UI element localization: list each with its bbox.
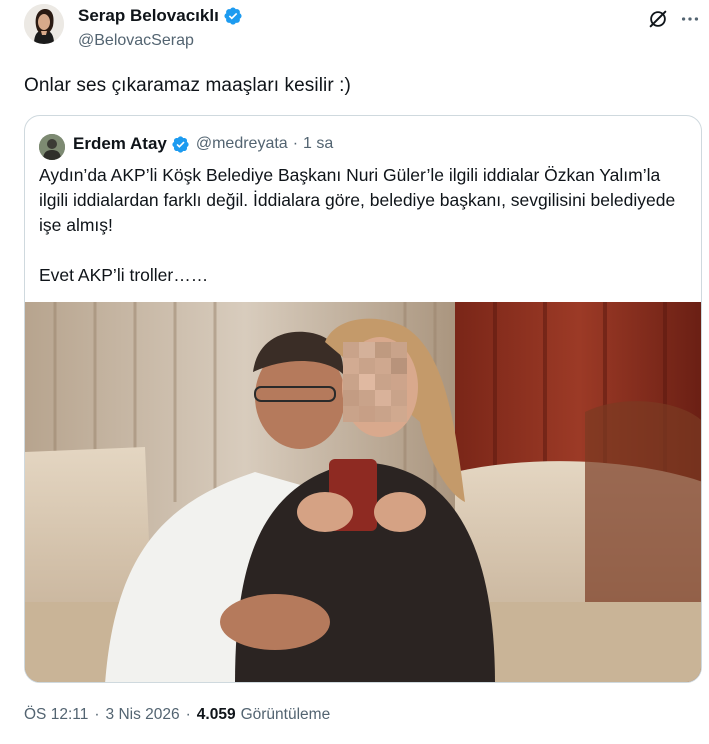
separator-dot: ·: [292, 135, 299, 152]
verified-badge-icon: [224, 7, 242, 25]
author-avatar[interactable]: [24, 4, 64, 44]
tweet-date[interactable]: 3 Nis 2026: [106, 706, 180, 724]
separator-dot: ·: [94, 706, 100, 723]
author-handle[interactable]: @BelovacSerap: [78, 32, 194, 50]
quoted-tweet-photo[interactable]: [25, 302, 701, 682]
more-options-button[interactable]: [679, 8, 701, 30]
grok-button[interactable]: [647, 8, 669, 30]
author-avatar-image: [24, 4, 64, 44]
quoted-tweet-text: Aydın’da AKP’li Köşk Belediye Başkanı Nu…: [39, 165, 676, 285]
quoted-tweet-card[interactable]: Erdem Atay @medreyata · 1 sa Aydın’da AK…: [24, 115, 702, 683]
tweet-meta: ÖS 12:11 · 3 Nis 2026 · 4.059 Görüntülem…: [24, 706, 330, 724]
views-count: 4.059: [196, 706, 236, 723]
quoted-author-name[interactable]: Erdem Atay: [73, 134, 167, 154]
quoted-author-handle[interactable]: @medreyata: [196, 135, 288, 153]
author-name[interactable]: Serap Belovacıklı: [78, 6, 219, 26]
author-name-row[interactable]: Serap Belovacıklı: [78, 6, 243, 26]
photo-image: [25, 302, 701, 682]
more-options-icon: [681, 17, 699, 21]
grok-icon: [649, 10, 667, 28]
quoted-tweet-time[interactable]: 1 sa: [303, 135, 333, 153]
quoted-tweet-header: Erdem Atay @medreyata · 1 sa: [73, 134, 333, 154]
quoted-author-avatar-image: [39, 134, 65, 160]
separator-dot: ·: [185, 706, 191, 723]
views-label: Görüntüleme: [240, 706, 331, 723]
verified-badge-icon: [172, 135, 189, 153]
quoted-author-avatar[interactable]: [39, 134, 65, 160]
tweet-time[interactable]: ÖS 12:11: [24, 706, 88, 724]
tweet-text: Onlar ses çıkaramaz maaşları kesilir :): [24, 75, 351, 96]
